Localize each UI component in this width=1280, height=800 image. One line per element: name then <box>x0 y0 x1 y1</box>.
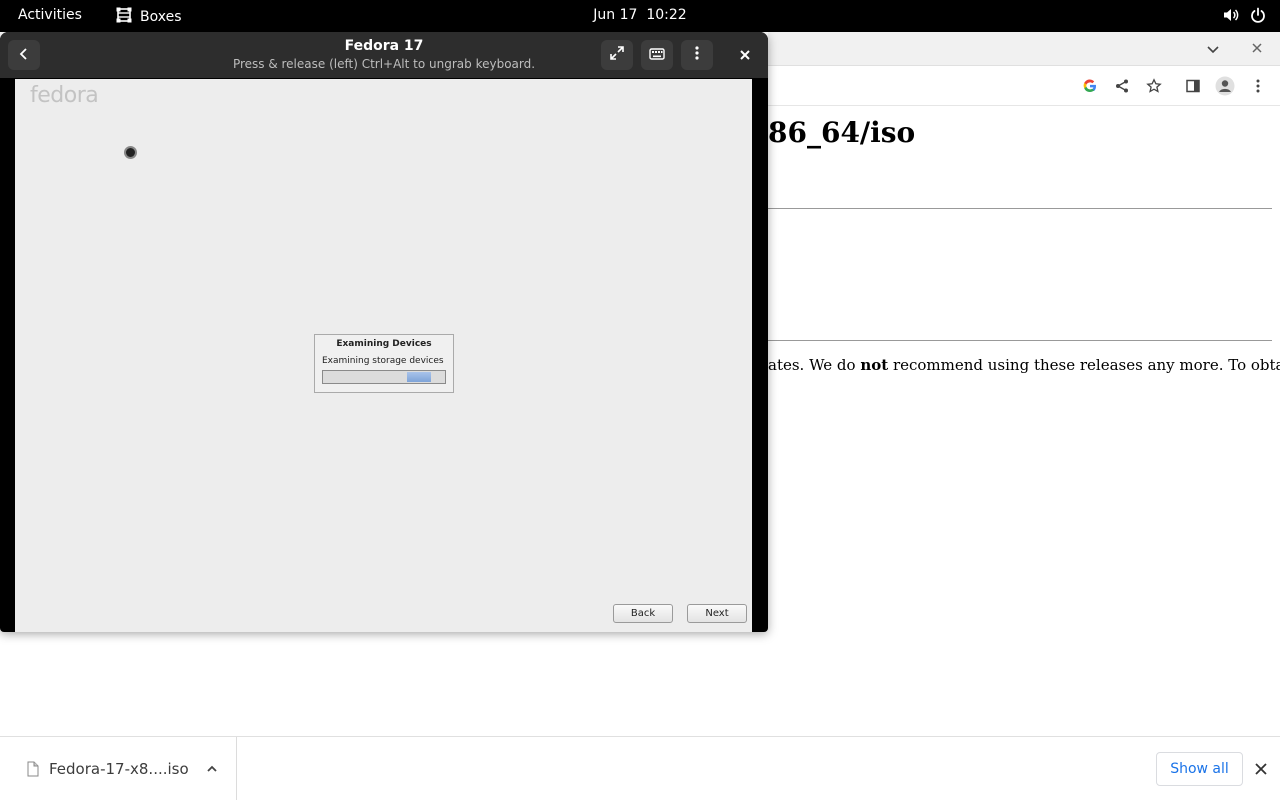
download-filename: Fedora-17-x8....iso <box>49 760 189 778</box>
window-subtitle: Press & release (left) Ctrl+Alt to ungra… <box>232 57 536 71</box>
fedora-logo: fedora <box>30 83 99 108</box>
page-heading: 86_64/iso <box>768 116 916 149</box>
system-tray[interactable] <box>1222 6 1266 28</box>
clock-button[interactable]: Jun 17 10:22 <box>593 7 686 23</box>
boxes-window: Fedora 17 Press & release (left) Ctrl+Al… <box>0 32 768 632</box>
browser-toolbar <box>768 66 1280 106</box>
next-button[interactable]: Next <box>687 604 747 623</box>
keyboard-icon <box>649 46 665 65</box>
back-button[interactable] <box>8 40 40 70</box>
app-menu-label: Boxes <box>140 9 182 25</box>
share-icon[interactable] <box>1112 76 1132 96</box>
paragraph-text: ates. We do <box>768 356 861 374</box>
browser-tab-strip <box>768 32 1280 66</box>
boxes-app-icon <box>116 7 132 27</box>
page-paragraph: ates. We do not recommend using these re… <box>768 356 1280 374</box>
divider <box>768 208 1272 209</box>
vm-display[interactable]: fedora Examining Devices Examining stora… <box>15 79 752 632</box>
examining-devices-dialog: Examining Devices Examining storage devi… <box>314 334 454 393</box>
close-icon[interactable] <box>1254 761 1268 780</box>
menu-button[interactable] <box>681 40 713 70</box>
close-icon[interactable] <box>1250 40 1264 59</box>
busy-cursor-icon <box>124 146 137 159</box>
keyboard-button[interactable] <box>641 40 673 70</box>
back-button[interactable]: Back <box>613 604 673 623</box>
profile-avatar-icon[interactable] <box>1215 76 1235 96</box>
volume-icon[interactable] <box>1222 6 1240 28</box>
chevron-up-icon[interactable] <box>205 761 219 780</box>
kebab-menu-icon[interactable] <box>1248 76 1268 96</box>
browser-page-content: 86_64/iso ates. We do not recommend usin… <box>768 106 1280 736</box>
kebab-menu-icon <box>689 45 705 65</box>
back-arrow-icon <box>17 46 31 65</box>
download-item[interactable]: Fedora-17-x8....iso <box>0 737 237 800</box>
fullscreen-button[interactable] <box>601 40 633 70</box>
clock: Jun 17 10:22 <box>0 7 1280 23</box>
file-icon <box>26 761 40 781</box>
top-bar: Activities Boxes Jun 17 10:22 <box>0 0 1280 32</box>
power-icon[interactable] <box>1250 7 1266 27</box>
paragraph-bold-text: not <box>860 356 889 374</box>
browser-window: 86_64/iso ates. We do not recommend usin… <box>768 32 1280 736</box>
clock-date: Jun 17 <box>593 7 638 23</box>
boxes-header-bar: Fedora 17 Press & release (left) Ctrl+Al… <box>0 32 768 78</box>
bookmark-star-icon[interactable] <box>1144 76 1164 96</box>
dialog-message: Examining storage devices <box>322 356 444 366</box>
divider <box>768 340 1272 341</box>
google-icon[interactable] <box>1080 76 1100 96</box>
clock-time: 10:22 <box>646 7 687 23</box>
side-panel-icon[interactable] <box>1183 76 1203 96</box>
close-button[interactable] <box>735 45 755 65</box>
window-title: Fedora 17 <box>344 38 424 54</box>
progress-bar <box>322 370 446 384</box>
close-icon <box>739 46 751 65</box>
show-all-button[interactable]: Show all <box>1156 752 1243 786</box>
dialog-title: Examining Devices <box>336 339 432 349</box>
activities-button[interactable]: Activities <box>18 7 82 23</box>
app-menu[interactable]: Boxes <box>116 7 182 27</box>
chevron-down-icon[interactable] <box>1206 41 1220 60</box>
download-bar: Fedora-17-x8....iso Show all <box>0 736 1280 800</box>
progress-bar-fill <box>407 372 431 382</box>
fullscreen-icon <box>609 45 625 65</box>
paragraph-text: recommend using these releases any more.… <box>892 356 1280 374</box>
